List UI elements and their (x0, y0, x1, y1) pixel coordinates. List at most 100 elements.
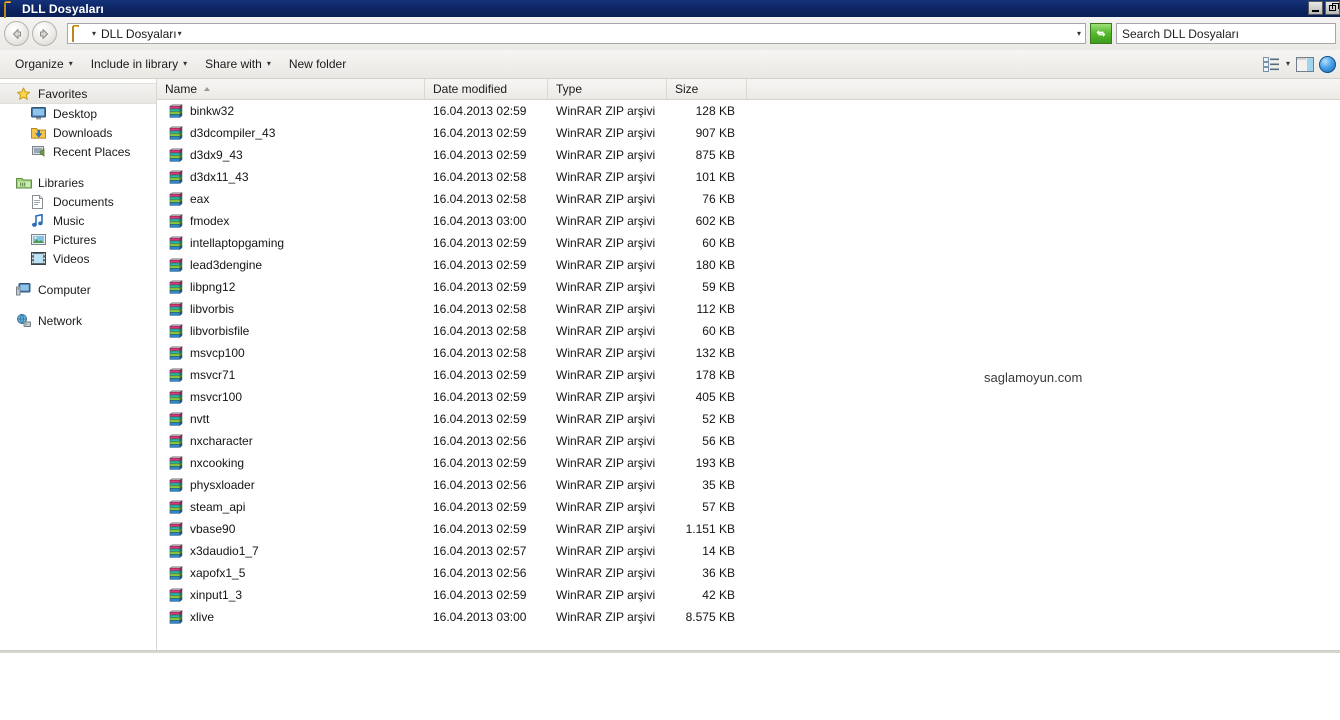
file-name-label: lead3dengine (190, 258, 263, 272)
table-row[interactable]: nxcooking 16.04.2013 02:59 WinRAR ZIP arşi… (157, 452, 1340, 474)
restore-button[interactable] (1325, 1, 1340, 15)
list-view-icon[interactable] (1262, 56, 1280, 72)
file-name-cell[interactable]: intellaptopgaming (157, 235, 425, 251)
column-header-type[interactable]: Type (548, 79, 667, 99)
forward-button[interactable] (32, 21, 57, 46)
sidebar-item-documents[interactable]: Documents (0, 192, 156, 211)
sidebar-item-pictures[interactable]: Pictures (0, 230, 156, 249)
share-with-button[interactable]: Share with ▾ (196, 54, 280, 74)
breadcrumb-current-folder[interactable]: DLL Dosyaları (101, 27, 177, 41)
file-name-cell[interactable]: libvorbis (157, 301, 425, 317)
table-row[interactable]: msvcr100 16.04.2013 02:59 WinRAR ZIP arşiv… (157, 386, 1340, 408)
sidebar-item-label: Recent Places (53, 144, 131, 159)
file-name-cell[interactable]: fmodex (157, 213, 425, 229)
table-row[interactable]: nxcharacter 16.04.2013 02:56 WinRAR ZIP ar… (157, 430, 1340, 452)
search-input[interactable]: Search DLL Dosyaları (1116, 23, 1336, 44)
file-type-cell: WinRAR ZIP arşivi (556, 258, 656, 272)
column-header-name[interactable]: Name (157, 79, 425, 99)
sidebar-item-recent-places[interactable]: Recent Places (0, 142, 156, 161)
table-row[interactable]: xapofx1_5 16.04.2013 02:56 WinRAR ZIP arşi… (157, 562, 1340, 584)
winrar-archive-icon (169, 367, 183, 383)
file-name-cell[interactable]: lead3dengine (157, 257, 425, 273)
chevron-down-icon[interactable]: ▾ (1286, 60, 1290, 68)
table-row[interactable]: steam_api 16.04.2013 02:59 WinRAR ZIP arşi… (157, 496, 1340, 518)
table-row[interactable]: xlive 16.04.2013 03:00 WinRAR ZIP arşivi 8.… (157, 606, 1340, 628)
sidebar-item-libraries[interactable]: Libraries (0, 173, 156, 192)
file-name-cell[interactable]: nxcharacter (157, 433, 425, 449)
table-row[interactable]: msvcp100 16.04.2013 02:58 WinRAR ZIP arşiv… (157, 342, 1340, 364)
file-size-cell: 35 KB (702, 478, 735, 492)
back-button[interactable] (4, 21, 29, 46)
file-name-cell[interactable]: vbase90 (157, 521, 425, 537)
new-folder-button[interactable]: New folder (280, 54, 355, 74)
file-date-cell: 16.04.2013 02:58 (433, 302, 527, 316)
breadcrumb-next-caret-icon[interactable]: ▾ (178, 29, 182, 38)
breadcrumb-bar[interactable]: ▾ DLL Dosyaları ▾ ▾ (67, 23, 1086, 44)
table-row[interactable]: physxloader 16.04.2013 02:56 WinRAR ZIP ar… (157, 474, 1340, 496)
file-name-cell[interactable]: msvcr71 (157, 367, 425, 383)
refresh-icon (1096, 30, 1106, 37)
file-name-cell[interactable]: xapofx1_5 (157, 565, 425, 581)
sidebar-item-desktop[interactable]: Desktop (0, 104, 156, 123)
file-name-cell[interactable]: xlive (157, 609, 425, 625)
file-size-cell: 57 KB (702, 500, 735, 514)
preview-pane-icon[interactable] (1296, 56, 1314, 72)
file-type-cell: WinRAR ZIP arşivi (556, 412, 656, 426)
table-row[interactable]: d3dx9_43 16.04.2013 02:59 WinRAR ZIP arşiv… (157, 144, 1340, 166)
table-row[interactable]: d3dx11_43 16.04.2013 02:58 WinRAR ZIP arşi… (157, 166, 1340, 188)
column-header-size[interactable]: Size (667, 79, 747, 99)
refresh-button[interactable] (1090, 23, 1112, 44)
file-name-cell[interactable]: libvorbisfile (157, 323, 425, 339)
file-name-cell[interactable]: msvcr100 (157, 389, 425, 405)
file-name-cell[interactable]: d3dx11_43 (157, 169, 425, 185)
file-name-cell[interactable]: nvtt (157, 411, 425, 427)
column-header-date-modified[interactable]: Date modified (425, 79, 548, 99)
file-date-cell: 16.04.2013 03:00 (433, 610, 527, 624)
include-in-library-button[interactable]: Include in library ▾ (82, 54, 196, 74)
file-name-cell[interactable]: steam_api (157, 499, 425, 515)
sidebar-item-network[interactable]: Network (0, 311, 156, 330)
table-row[interactable]: eax 16.04.2013 02:58 WinRAR ZIP arşivi 76 K… (157, 188, 1340, 210)
breadcrumb-caret-icon[interactable]: ▾ (92, 29, 96, 38)
file-name-cell[interactable]: physxloader (157, 477, 425, 493)
table-row[interactable]: x3daudio1_7 16.04.2013 02:57 WinRAR ZIP ar… (157, 540, 1340, 562)
table-row[interactable]: nvtt 16.04.2013 02:59 WinRAR ZIP arşivi 52 … (157, 408, 1340, 430)
table-row[interactable]: binkw32 16.04.2013 02:59 WinRAR ZIP arşivi… (157, 100, 1340, 122)
organize-button[interactable]: Organize ▾ (6, 54, 82, 74)
table-row[interactable]: lead3dengine 16.04.2013 02:59 WinRAR ZIP a… (157, 254, 1340, 276)
sidebar-item-downloads[interactable]: Downloads (0, 123, 156, 142)
file-name-cell[interactable]: binkw32 (157, 103, 425, 119)
file-type-cell: WinRAR ZIP arşivi (556, 390, 656, 404)
table-row[interactable]: intellaptopgaming 16.04.2013 02:59 WinRAR … (157, 232, 1340, 254)
table-row[interactable]: fmodex 16.04.2013 03:00 WinRAR ZIP arşivi 6… (157, 210, 1340, 232)
file-name-label: steam_api (190, 500, 246, 514)
file-type-cell: WinRAR ZIP arşivi (556, 588, 656, 602)
sidebar-item-music[interactable]: Music (0, 211, 156, 230)
file-name-cell[interactable]: d3dx9_43 (157, 147, 425, 163)
file-list-pane[interactable]: Name Date modified Type Size binkw32 16.0… (157, 79, 1340, 650)
sidebar-item-videos[interactable]: Videos (0, 249, 156, 268)
file-name-cell[interactable]: libpng12 (157, 279, 425, 295)
file-name-cell[interactable]: x3daudio1_7 (157, 543, 425, 559)
table-row[interactable]: libvorbisfile 16.04.2013 02:58 WinRAR ZIP … (157, 320, 1340, 342)
table-row[interactable]: vbase90 16.04.2013 02:59 WinRAR ZIP arşivi… (157, 518, 1340, 540)
chevron-down-icon[interactable]: ▾ (1077, 29, 1081, 38)
minimize-button[interactable] (1308, 1, 1323, 15)
file-name-cell[interactable]: xinput1_3 (157, 587, 425, 603)
forward-arrow-icon (40, 28, 48, 39)
table-row[interactable]: libpng12 16.04.2013 02:59 WinRAR ZIP arşiv… (157, 276, 1340, 298)
table-row[interactable]: xinput1_3 16.04.2013 02:59 WinRAR ZIP arşi… (157, 584, 1340, 606)
navigation-pane[interactable]: Favorites Desktop Downloads Recent Place… (0, 79, 157, 650)
file-name-cell[interactable]: d3dcompiler_43 (157, 125, 425, 141)
file-name-cell[interactable]: msvcp100 (157, 345, 425, 361)
sidebar-item-favorites[interactable]: Favorites (0, 83, 156, 104)
sidebar-item-computer[interactable]: Computer (0, 280, 156, 299)
table-row[interactable]: d3dcompiler_43 16.04.2013 02:59 WinRAR ZIP… (157, 122, 1340, 144)
file-name-cell[interactable]: eax (157, 191, 425, 207)
file-name-cell[interactable]: nxcooking (157, 455, 425, 471)
help-icon[interactable] (1319, 55, 1336, 73)
table-row[interactable]: msvcr71 16.04.2013 02:59 WinRAR ZIP arşivi… (157, 364, 1340, 386)
winrar-archive-icon (169, 345, 183, 361)
table-row[interactable]: libvorbis 16.04.2013 02:58 WinRAR ZIP arşi… (157, 298, 1340, 320)
file-date-cell: 16.04.2013 02:59 (433, 258, 527, 272)
